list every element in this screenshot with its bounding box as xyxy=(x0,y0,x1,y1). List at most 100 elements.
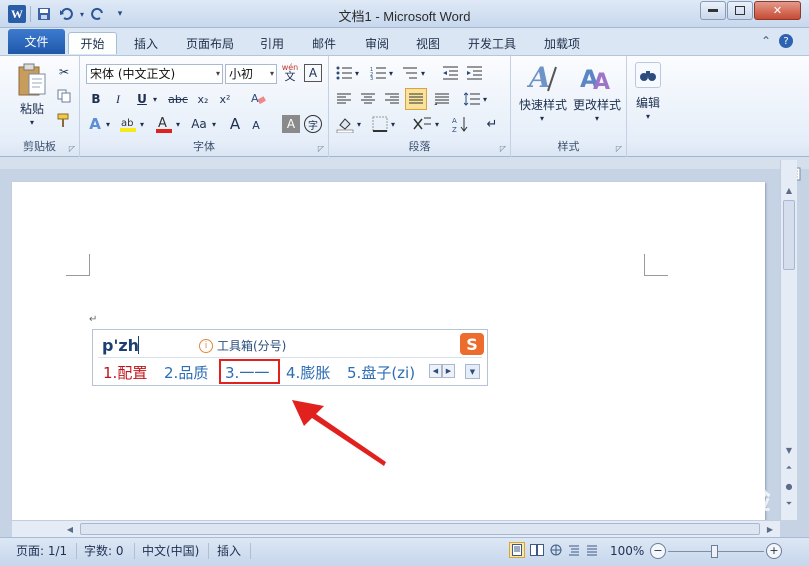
distributed-align-icon[interactable] xyxy=(433,90,451,108)
tab-developer[interactable]: 开发工具 xyxy=(461,32,523,54)
superscript-button[interactable]: x² xyxy=(216,90,234,108)
print-layout-view-icon[interactable] xyxy=(509,542,525,558)
tab-review[interactable]: 审阅 xyxy=(357,32,397,54)
candidate-4[interactable]: 4.膨胀 xyxy=(286,362,330,383)
text-effects-dropdown-icon[interactable]: ▾ xyxy=(104,114,112,134)
ime-prev-page-icon[interactable]: ◀ xyxy=(429,364,442,378)
insert-mode-indicator[interactable]: 插入 xyxy=(217,542,241,560)
zoom-level[interactable]: 100% xyxy=(610,542,644,560)
ime-expand-icon[interactable]: ▼ xyxy=(465,364,480,379)
collapse-ribbon-icon[interactable]: ⌃ xyxy=(761,34,771,48)
shading-icon[interactable] xyxy=(335,114,355,134)
candidate-2[interactable]: 2.品质 xyxy=(164,362,208,383)
increase-indent-icon[interactable] xyxy=(465,64,483,82)
quick-styles-icon[interactable]: A xyxy=(525,60,559,96)
borders-dropdown-icon[interactable]: ▾ xyxy=(389,114,397,134)
candidate-1[interactable]: 1.配置 xyxy=(103,362,147,383)
minimize-button[interactable] xyxy=(700,1,726,20)
line-spacing-dropdown-icon[interactable]: ▾ xyxy=(481,90,489,108)
character-shading-icon[interactable]: A xyxy=(282,115,300,133)
full-screen-reading-icon[interactable] xyxy=(529,542,545,558)
paste-icon[interactable] xyxy=(14,60,50,100)
language-indicator[interactable]: 中文(中国) xyxy=(142,542,199,560)
quick-styles-dropdown-icon[interactable]: ▾ xyxy=(535,112,549,124)
numbering-icon[interactable]: 123 xyxy=(369,64,387,82)
chinese-layout-icon[interactable] xyxy=(411,114,433,134)
line-spacing-icon[interactable] xyxy=(463,90,481,108)
bullets-icon[interactable] xyxy=(335,64,353,82)
bullets-dropdown-icon[interactable]: ▾ xyxy=(353,64,361,82)
editing-label[interactable]: 编辑 xyxy=(629,94,667,110)
font-color-icon[interactable]: A xyxy=(154,114,174,134)
decrease-indent-icon[interactable] xyxy=(441,64,459,82)
zoom-slider-thumb[interactable] xyxy=(711,545,718,558)
vertical-scrollbar[interactable]: ▲ ▼ ⏶ ● ⏷ xyxy=(780,160,797,520)
sogou-logo-icon[interactable]: S xyxy=(460,333,484,355)
multilevel-list-icon[interactable] xyxy=(401,64,419,82)
paragraph-launcher-icon[interactable]: ◸ xyxy=(500,144,506,153)
chinese-layout-dropdown-icon[interactable]: ▾ xyxy=(433,114,441,134)
font-name-dropdown-icon[interactable]: ▾ xyxy=(216,65,220,83)
bold-button[interactable]: B xyxy=(88,90,104,108)
candidate-5[interactable]: 5.盘子(zi) xyxy=(347,362,415,383)
tab-references[interactable]: 引用 xyxy=(252,32,292,54)
scroll-left-icon[interactable]: ◀ xyxy=(62,521,78,537)
vertical-scroll-thumb[interactable] xyxy=(783,200,795,270)
font-name-combo[interactable]: 宋体 (中文正文) ▾ xyxy=(86,64,223,84)
ime-next-page-icon[interactable]: ▶ xyxy=(442,364,455,378)
draft-view-icon[interactable] xyxy=(584,542,600,558)
multilevel-dropdown-icon[interactable]: ▾ xyxy=(419,64,427,82)
borders-icon[interactable] xyxy=(371,114,389,134)
outline-view-icon[interactable] xyxy=(566,542,582,558)
cut-icon[interactable]: ✂ xyxy=(56,64,72,80)
change-case-dropdown-icon[interactable]: ▾ xyxy=(210,114,218,134)
quick-styles-label[interactable]: 快速样式 xyxy=(515,96,571,112)
ime-candidate-window[interactable]: p'zh i 工具箱(分号) S 1.配置 2.品质 3.一一 4.膨胀 5.盘… xyxy=(92,329,488,386)
highlight-dropdown-icon[interactable]: ▾ xyxy=(138,114,146,134)
tab-file[interactable]: 文件 xyxy=(8,29,65,54)
page-count[interactable]: 页面: 1/1 xyxy=(16,542,67,560)
shrink-font-button[interactable]: A xyxy=(248,116,264,134)
underline-button[interactable]: U xyxy=(134,90,150,108)
subscript-button[interactable]: x₂ xyxy=(194,90,212,108)
change-styles-icon[interactable]: AA xyxy=(579,60,613,96)
styles-launcher-icon[interactable]: ◸ xyxy=(616,144,622,153)
editing-dropdown-icon[interactable]: ▾ xyxy=(641,110,655,122)
shading-dropdown-icon[interactable]: ▾ xyxy=(355,114,363,134)
align-left-icon[interactable] xyxy=(335,90,353,108)
scroll-down-icon[interactable]: ▼ xyxy=(781,442,797,458)
font-size-dropdown-icon[interactable]: ▾ xyxy=(270,65,274,83)
numbering-dropdown-icon[interactable]: ▾ xyxy=(387,64,395,82)
font-launcher-icon[interactable]: ◸ xyxy=(318,144,324,153)
strikethrough-button[interactable]: abc xyxy=(166,90,190,108)
tab-addins[interactable]: 加载项 xyxy=(537,32,587,54)
grow-font-button[interactable]: A xyxy=(226,114,244,134)
next-page-icon[interactable]: ⏷ xyxy=(781,496,797,512)
close-button[interactable]: ✕ xyxy=(754,1,801,20)
tab-view[interactable]: 视图 xyxy=(408,32,448,54)
tab-page-layout[interactable]: 页面布局 xyxy=(179,32,241,54)
justify-icon[interactable] xyxy=(405,88,427,110)
select-browse-object-icon[interactable]: ● xyxy=(781,478,797,494)
copy-icon[interactable] xyxy=(56,88,72,104)
horizontal-scrollbar[interactable]: ◀ ▶ xyxy=(12,520,780,537)
ime-toolbox-tip[interactable]: i 工具箱(分号) xyxy=(199,337,286,354)
paste-label[interactable]: 粘贴 xyxy=(14,100,50,116)
scroll-right-icon[interactable]: ▶ xyxy=(762,521,778,537)
previous-page-icon[interactable]: ⏶ xyxy=(781,460,797,476)
align-center-icon[interactable] xyxy=(359,90,377,108)
zoom-out-button[interactable]: − xyxy=(650,543,666,559)
change-case-button[interactable]: Aa xyxy=(188,114,210,134)
maximize-button[interactable] xyxy=(727,1,753,20)
clipboard-launcher-icon[interactable]: ◸ xyxy=(69,144,75,153)
font-color-dropdown-icon[interactable]: ▾ xyxy=(174,114,182,134)
clear-formatting-icon[interactable]: A xyxy=(248,88,268,108)
italic-button[interactable]: I xyxy=(110,90,126,108)
zoom-in-button[interactable]: + xyxy=(766,543,782,559)
help-icon[interactable]: ? xyxy=(779,34,793,48)
paste-dropdown-icon[interactable]: ▾ xyxy=(14,116,50,128)
sort-icon[interactable]: AZ xyxy=(451,114,469,134)
scroll-up-icon[interactable]: ▲ xyxy=(781,182,797,198)
text-effects-icon[interactable]: A xyxy=(86,114,104,134)
change-styles-label[interactable]: 更改样式 xyxy=(569,96,625,112)
